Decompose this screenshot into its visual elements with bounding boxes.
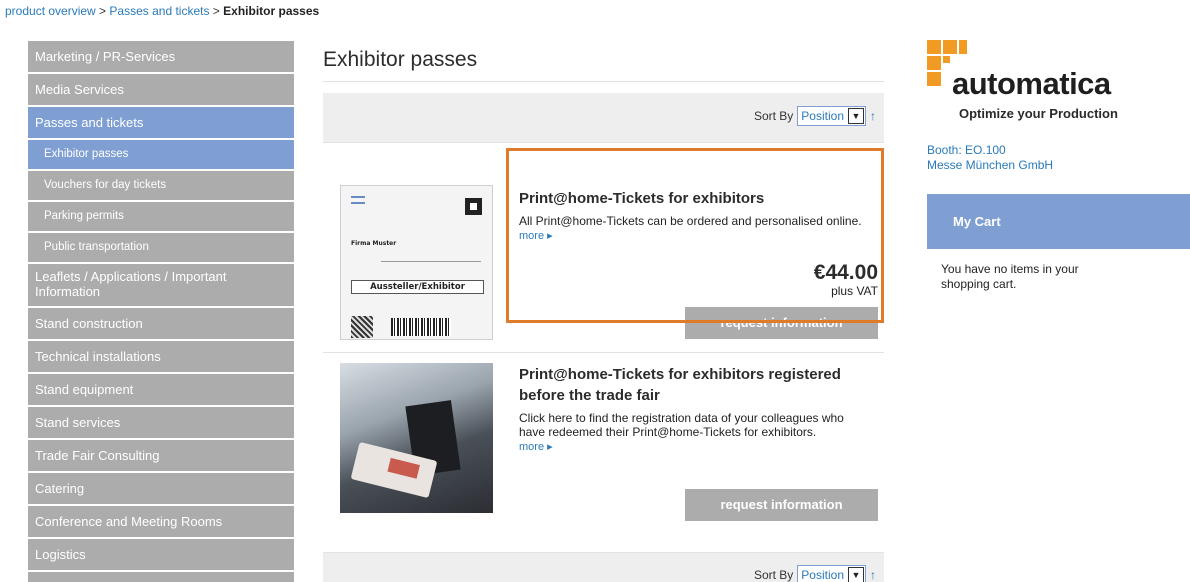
sidebar-item-trade-fair-consulting[interactable]: Trade Fair Consulting <box>28 440 294 471</box>
product-item: Firma Muster Aussteller/Exhibitor Print@… <box>323 143 884 353</box>
request-information-button[interactable]: request information <box>685 489 878 521</box>
product-info: Print@home-Tickets for exhibitors All Pr… <box>519 188 879 242</box>
cart-title[interactable]: My Cart <box>927 194 1190 249</box>
product-item: Print@home-Tickets for exhibitors regist… <box>323 353 884 553</box>
sidebar-item-leaflets[interactable]: Leaflets / Applications / Important Info… <box>28 264 294 306</box>
breadcrumb-link-passes-and-tickets[interactable]: Passes and tickets <box>109 4 209 18</box>
more-link[interactable]: more ▸ <box>519 440 553 453</box>
booth-info: Booth: EO.100 Messe München GmbH <box>927 143 1190 173</box>
sort-control: Sort By Position ▼ ↑ <box>754 565 876 582</box>
request-information-button[interactable]: request information <box>685 307 878 339</box>
sidebar-subitem-parking-permits[interactable]: Parking permits <box>28 202 294 231</box>
sidebar-item-technical-installations[interactable]: Technical installations <box>28 341 294 372</box>
page-title: Exhibitor passes <box>323 40 884 82</box>
sort-select-value: Position <box>801 568 844 582</box>
qr-code-icon <box>465 198 482 215</box>
chevron-down-icon[interactable]: ▼ <box>848 567 864 582</box>
breadcrumb-link-product-overview[interactable]: product overview <box>5 4 96 18</box>
cart-empty-message: You have no items in your shopping cart. <box>941 262 1079 291</box>
sort-control: Sort By Position ▼ ↑ <box>754 106 876 126</box>
breadcrumb-current: Exhibitor passes <box>223 4 320 18</box>
sidebar-item-stand-construction[interactable]: Stand construction <box>28 308 294 339</box>
sidebar-item-marketing[interactable]: Marketing / PR-Services <box>28 41 294 72</box>
brand-name: automatica <box>952 66 1111 101</box>
automatica-logo[interactable]: automatica Optimize your Production <box>927 40 1190 130</box>
company-name[interactable]: Messe München GmbH <box>927 158 1190 173</box>
sort-label: Sort By <box>753 568 794 582</box>
sidebar-item-event-services[interactable]: Professional Event Services <box>28 572 294 582</box>
product-title[interactable]: Print@home-Tickets for exhibitors regist… <box>519 364 879 406</box>
sort-toolbar-bottom: Sort By Position ▼ ↑ <box>323 553 884 582</box>
sidebar-nav: Marketing / PR-Services Media Services P… <box>28 41 294 582</box>
product-price: €44.00 plus VAT <box>813 261 878 299</box>
product-description: All Print@home-Tickets can be ordered an… <box>519 214 862 228</box>
sidebar-item-media-services[interactable]: Media Services <box>28 74 294 105</box>
ticket-badge: Aussteller/Exhibitor <box>351 280 484 294</box>
price-vat-note: plus VAT <box>831 284 878 298</box>
sort-toolbar-top: Sort By Position ▼ ↑ <box>323 93 884 143</box>
right-column: automatica Optimize your Production Boot… <box>927 40 1190 292</box>
sort-select[interactable]: Position ▼ <box>797 106 866 126</box>
sidebar-subitem-public-transportation[interactable]: Public transportation <box>28 233 294 262</box>
breadcrumb-separator: > <box>209 4 224 18</box>
sort-direction-arrow-icon[interactable]: ↑ <box>870 568 876 582</box>
sidebar-item-conference-rooms[interactable]: Conference and Meeting Rooms <box>28 506 294 537</box>
chevron-down-icon[interactable]: ▼ <box>848 108 864 124</box>
sort-direction-arrow-icon[interactable]: ↑ <box>870 109 876 123</box>
product-thumbnail-photo[interactable] <box>340 363 493 513</box>
brand-tagline: Optimize your Production <box>959 106 1118 121</box>
product-title[interactable]: Print@home-Tickets for exhibitors <box>519 188 879 209</box>
more-link[interactable]: more ▸ <box>519 229 553 242</box>
product-description: Click here to find the registration data… <box>519 411 844 439</box>
sidebar-item-stand-equipment[interactable]: Stand equipment <box>28 374 294 405</box>
ticket-text-lines <box>381 261 481 273</box>
product-thumbnail-ticket[interactable]: Firma Muster Aussteller/Exhibitor <box>340 185 493 340</box>
messe-logo-icon <box>351 196 365 204</box>
breadcrumb: product overview > Passes and tickets > … <box>5 4 319 18</box>
price-amount: €44.00 <box>813 261 878 284</box>
sidebar-subitem-exhibitor-passes[interactable]: Exhibitor passes <box>28 140 294 169</box>
booth-number[interactable]: Booth: EO.100 <box>927 143 1190 158</box>
sort-label: Sort By <box>753 109 794 123</box>
sidebar-subitem-vouchers[interactable]: Vouchers for day tickets <box>28 171 294 200</box>
sort-select-value: Position <box>801 109 844 123</box>
breadcrumb-separator: > <box>95 4 110 18</box>
sidebar-item-catering[interactable]: Catering <box>28 473 294 504</box>
product-info: Print@home-Tickets for exhibitors regist… <box>519 364 879 453</box>
sidebar-item-stand-services[interactable]: Stand services <box>28 407 294 438</box>
sort-select[interactable]: Position ▼ <box>797 565 866 582</box>
ticket-firm-name: Firma Muster <box>351 240 397 247</box>
datamatrix-icon <box>351 316 373 338</box>
main-content: Exhibitor passes Sort By Position ▼ ↑ Fi… <box>323 40 884 582</box>
barcode-icon <box>391 318 451 336</box>
sidebar-item-passes-and-tickets[interactable]: Passes and tickets <box>28 107 294 138</box>
sidebar-item-logistics[interactable]: Logistics <box>28 539 294 570</box>
shopping-cart: My Cart You have no items in your shoppi… <box>927 194 1190 292</box>
